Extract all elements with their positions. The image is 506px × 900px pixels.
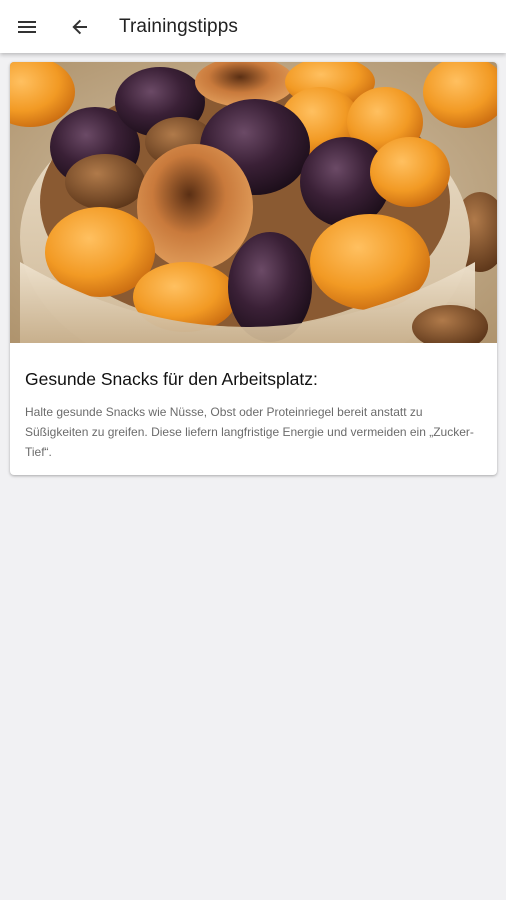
menu-button[interactable] — [9, 9, 45, 45]
card-text: Halte gesunde Snacks wie Nüsse, Obst ode… — [25, 405, 474, 459]
card-body: Gesunde Snacks für den Arbeitsplatz: Hal… — [10, 343, 497, 462]
card-title: Gesunde Snacks für den Arbeitsplatz: — [25, 369, 318, 389]
page-title: Trainingstipps — [119, 15, 238, 37]
app-bar: Trainingstipps — [0, 0, 506, 53]
dried-fruit-image — [10, 62, 497, 343]
menu-icon — [18, 20, 36, 33]
back-button[interactable] — [62, 9, 98, 45]
tip-card: Gesunde Snacks für den Arbeitsplatz: Hal… — [10, 62, 497, 475]
arrow-back-icon — [72, 19, 87, 34]
